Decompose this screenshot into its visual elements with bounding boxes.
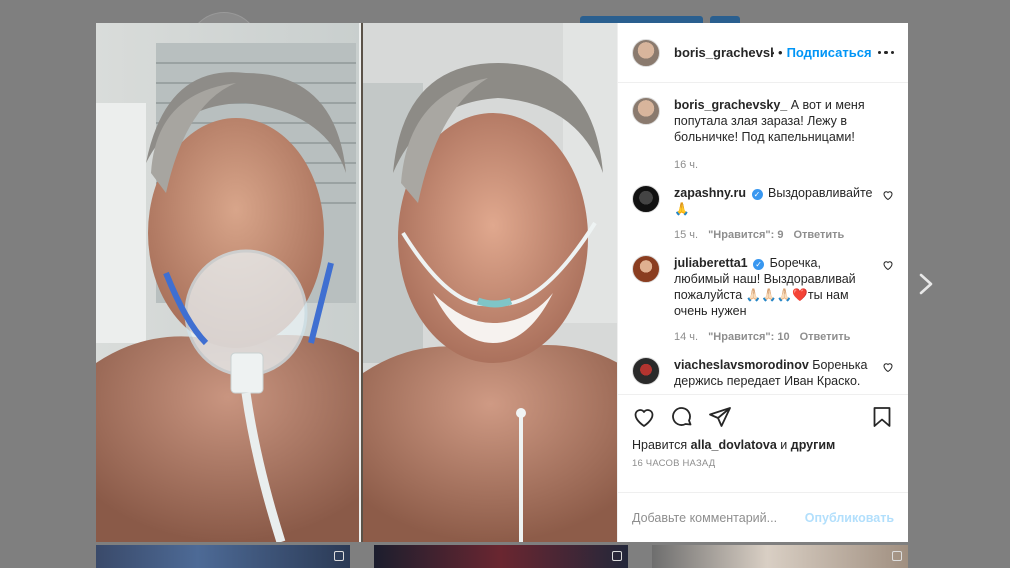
commenter-avatar[interactable] — [632, 255, 660, 283]
heart-icon[interactable] — [882, 361, 894, 373]
likes-others-link[interactable]: другим — [791, 438, 836, 452]
action-bar — [618, 394, 908, 438]
verified-icon: ✓ — [753, 259, 765, 270]
background-thumbnail — [96, 545, 350, 568]
publish-button[interactable]: Опубликовать — [805, 511, 894, 525]
photo-divider — [358, 23, 361, 542]
likes-summary: Нравится alla_dovlatova и другим — [618, 438, 908, 452]
bookmark-icon[interactable] — [870, 405, 894, 429]
liker-username[interactable]: alla_dovlatova — [691, 438, 777, 452]
post-details-panel: boris_grachevsky_ • Подписаться boris_gr… — [617, 23, 908, 542]
post-photo-collage — [96, 23, 617, 542]
comments-list[interactable]: boris_grachevsky_ А вот и меня попутала … — [618, 83, 908, 394]
heart-icon[interactable] — [632, 405, 656, 429]
reply-button[interactable]: Ответить — [800, 329, 851, 345]
comment-likes[interactable]: "Нравится": 10 — [708, 329, 789, 345]
post-timestamp[interactable]: 16 ЧАСОВ НАЗАД — [618, 452, 908, 492]
post-modal: boris_grachevsky_ • Подписаться boris_gr… — [96, 23, 908, 542]
photo-right-nasal-cannula — [362, 23, 617, 542]
comment-username[interactable]: juliaberetta1 — [674, 256, 748, 270]
background-thumbnail — [652, 545, 908, 568]
likes-prefix: Нравится — [632, 438, 688, 452]
author-username[interactable]: boris_grachevsky_ — [674, 45, 774, 60]
add-comment-bar: Опубликовать — [618, 492, 908, 542]
follow-button[interactable]: Подписаться — [787, 45, 872, 60]
author-avatar[interactable] — [632, 38, 660, 67]
comment-likes[interactable]: "Нравится": 9 — [708, 227, 783, 243]
more-icon[interactable] — [877, 50, 894, 55]
comment-time[interactable]: 15 ч. — [674, 227, 698, 243]
reply-button[interactable]: Ответить — [793, 227, 844, 243]
verified-icon: ✓ — [751, 189, 763, 200]
comment-input[interactable] — [632, 510, 805, 525]
background-thumbnail — [374, 545, 628, 568]
comment-username[interactable]: boris_grachevsky_ — [674, 98, 787, 112]
likes-middle: и — [780, 438, 788, 452]
next-arrow-icon[interactable] — [916, 272, 936, 296]
share-icon[interactable] — [708, 405, 732, 429]
comment-item: juliaberetta1 ✓ Боречка, любимый наш! Вы… — [632, 255, 894, 345]
comment-time[interactable]: 14 ч. — [674, 329, 698, 345]
comment-username[interactable]: zapashny.ru — [674, 186, 746, 200]
commenter-avatar[interactable] — [632, 357, 660, 385]
comment-username[interactable]: viacheslavsmorodinov — [674, 358, 809, 372]
caption: boris_grachevsky_ А вот и меня попутала … — [632, 97, 894, 173]
caption-time[interactable]: 16 ч. — [674, 157, 698, 173]
comment-icon[interactable] — [670, 405, 694, 429]
commenter-avatar[interactable] — [632, 185, 660, 213]
heart-icon[interactable] — [882, 259, 894, 271]
photo-left-oxygen-mask — [96, 23, 359, 542]
heart-icon[interactable] — [882, 189, 894, 201]
comment-item: viacheslavsmorodinov Боренька держись пе… — [632, 357, 894, 389]
post-header: boris_grachevsky_ • Подписаться — [618, 23, 908, 83]
comment-item: zapashny.ru ✓ Выздоравливайте 🙏 15 ч. "Н… — [632, 185, 894, 243]
author-avatar[interactable] — [632, 97, 660, 125]
separator-dot: • — [778, 45, 783, 60]
